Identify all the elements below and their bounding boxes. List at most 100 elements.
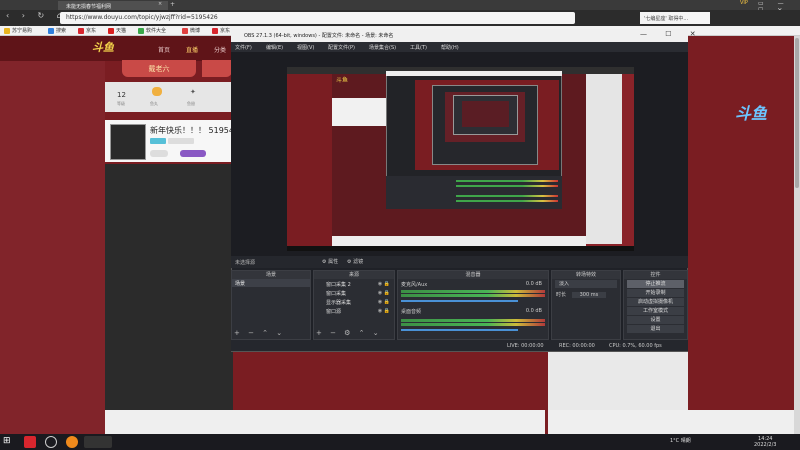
bookmark-item[interactable]: 搜索 <box>48 27 66 34</box>
taskbar-app-icon[interactable] <box>84 436 112 448</box>
sources-dock: 来源 窗口采集 2 ◉ 🔒 窗口采集 ◉ 🔒 显示器采集 ◉ 🔒 窗口源 ◉ 🔒 + −… <box>313 270 395 340</box>
source-toolbar <box>231 256 688 268</box>
start-recording-button[interactable]: 开始录制 <box>627 289 684 297</box>
subscribe-button[interactable] <box>180 150 206 157</box>
source-label: 窗口源 <box>326 309 342 315</box>
tray-clock[interactable]: 14:24 2022/2/3 <box>754 436 776 448</box>
douyu-logo[interactable]: 斗鱼 <box>92 39 114 55</box>
bookmark-item[interactable]: 微博 <box>182 27 200 34</box>
gift-bar <box>105 410 545 434</box>
room-tab[interactable]: 戴老六 <box>122 60 196 77</box>
scenes-dock: 场景 场景 + − ⌃ ⌄ <box>231 270 311 340</box>
url-input[interactable]: https://www.douyu.com/topic/yjwzjff?rid=… <box>60 12 575 24</box>
channel-db: 0.0 dB <box>525 281 542 287</box>
obs-menu-item[interactable]: 场景集合(S) <box>369 44 396 51</box>
obs-menu-item[interactable]: 编辑(E) <box>266 44 283 51</box>
chat-input-bar <box>548 410 798 434</box>
nav-buttons-icon[interactable]: ‹ › ↻ ⌂ <box>6 11 67 20</box>
bookmark-item[interactable]: 苏宁易购 <box>4 27 32 34</box>
bookmark-item[interactable]: 京东 <box>78 27 96 34</box>
capture-level5 <box>462 101 509 127</box>
nav-live[interactable]: 直播 <box>186 45 198 54</box>
weather-tray[interactable]: 1°C 晴朗 <box>670 437 691 444</box>
mixer-channel: 桌面音频 0.0 dB <box>398 308 548 318</box>
nav-category[interactable]: 分类 <box>214 45 226 54</box>
bookmark-label: 天猫 <box>116 28 127 34</box>
virtual-camera-button[interactable]: 启动虚拟摄像机 <box>627 298 684 306</box>
obs-menu-item[interactable]: 配置文件(P) <box>328 44 355 51</box>
search-circle-icon[interactable] <box>45 436 57 448</box>
dock-title: 转场特效 <box>552 271 620 279</box>
search-icon <box>48 27 54 34</box>
studio-mode-button[interactable]: 工作室模式 <box>627 307 684 315</box>
source-item[interactable]: 窗口源 ◉ 🔒 <box>314 306 394 315</box>
dock-title: 混音器 <box>398 271 548 279</box>
scene-controls[interactable]: + − ⌃ ⌄ <box>234 329 285 337</box>
live-status: LIVE: 00:00:00 <box>507 343 544 349</box>
fishball-icon[interactable] <box>152 87 162 96</box>
search-input[interactable]: '七编星座' 取得中... <box>640 12 710 24</box>
capture-left <box>287 74 332 250</box>
obs-menu-item[interactable]: 帮助(H) <box>441 44 459 51</box>
avatar[interactable] <box>110 124 146 160</box>
source-item[interactable]: 窗口采集 2 ◉ 🔒 <box>314 279 394 288</box>
eye-lock-icon[interactable]: ◉ 🔒 <box>378 290 390 296</box>
bookmark-item[interactable]: 天猫 <box>108 27 126 34</box>
stat-label: 鱼翅 <box>187 101 195 106</box>
video-player[interactable] <box>105 164 233 410</box>
windows-start-icon[interactable]: ⊞ <box>3 436 11 446</box>
follow-button[interactable] <box>150 150 168 157</box>
capture-chat <box>586 74 622 244</box>
source-item[interactable]: 显示器采集 ◉ 🔒 <box>314 297 394 306</box>
volume-slider[interactable] <box>401 300 518 302</box>
eye-lock-icon[interactable]: ◉ 🔒 <box>378 308 390 314</box>
room-title: 新年快乐！！！ 519542 <box>150 126 240 135</box>
new-tab-icon[interactable]: + <box>170 1 175 8</box>
jd-icon <box>78 27 84 34</box>
stat-level: 12 <box>117 91 126 99</box>
stat-label: 等级 <box>117 101 125 106</box>
audio-meter <box>401 294 545 297</box>
eye-lock-icon[interactable]: ◉ 🔒 <box>378 281 390 287</box>
source-item[interactable]: 窗口采集 ◉ 🔒 <box>314 288 394 297</box>
bookmark-item[interactable]: 京东 <box>212 27 230 34</box>
controls-dock: 控件 停止推流 开始录制 启动虚拟摄像机 工作室模式 设置 退出 <box>623 270 688 340</box>
source-controls[interactable]: + − ⚙ ⌃ ⌄ <box>316 329 382 337</box>
taskbar-app-icon[interactable] <box>24 436 36 448</box>
obs-menu-item[interactable]: 视图(V) <box>297 44 314 51</box>
eye-lock-icon[interactable]: ◉ 🔒 <box>378 299 390 305</box>
bookmark-label: 搜索 <box>56 28 67 34</box>
settings-button[interactable]: 设置 <box>627 316 684 324</box>
browser-app-icon[interactable] <box>66 436 78 448</box>
fin-icon[interactable]: ✦ <box>190 88 196 96</box>
scrollbar-thumb[interactable] <box>795 38 799 188</box>
audio-meter <box>401 323 545 326</box>
bookmark-label: 微博 <box>190 28 201 34</box>
page-left-margin <box>0 36 105 434</box>
bookmark-label: 苏宁易购 <box>12 28 33 34</box>
volume-slider[interactable] <box>401 329 518 331</box>
stop-streaming-button[interactable]: 停止推流 <box>627 280 684 288</box>
room-tab-secondary[interactable] <box>202 60 232 77</box>
vip-badge[interactable]: VIP <box>740 0 748 6</box>
browser-tab[interactable]: 未能无损春节福利网 <box>58 1 168 10</box>
event-banner[interactable]: 斗鱼 <box>735 100 767 124</box>
audio-meter <box>401 290 545 293</box>
bookmark-label: 京东 <box>86 28 97 34</box>
dock-title: 控件 <box>624 271 687 279</box>
obs-menu-item[interactable]: 工具(T) <box>410 44 427 51</box>
obs-window-controls[interactable]: — ☐ ✕ <box>640 30 704 38</box>
filters-button[interactable]: ⚙ 滤镜 <box>347 258 363 265</box>
exit-button[interactable]: 退出 <box>627 325 684 333</box>
properties-button[interactable]: ⚙ 属性 <box>322 258 338 265</box>
obs-menu-item[interactable]: 文件(F) <box>235 44 252 51</box>
nav-home[interactable]: 首页 <box>158 45 170 54</box>
jd-icon <box>212 27 218 34</box>
duration-input[interactable]: 300 ms <box>571 292 607 298</box>
duration-label: 时长 <box>556 292 567 298</box>
bookmark-item[interactable]: 软件大全 <box>138 27 166 34</box>
capture-gift-bar <box>332 236 586 246</box>
transition-select[interactable]: 淡入 <box>555 280 617 288</box>
tab-close-icon[interactable]: × <box>158 1 162 7</box>
scene-item[interactable]: 场景 <box>232 279 310 287</box>
